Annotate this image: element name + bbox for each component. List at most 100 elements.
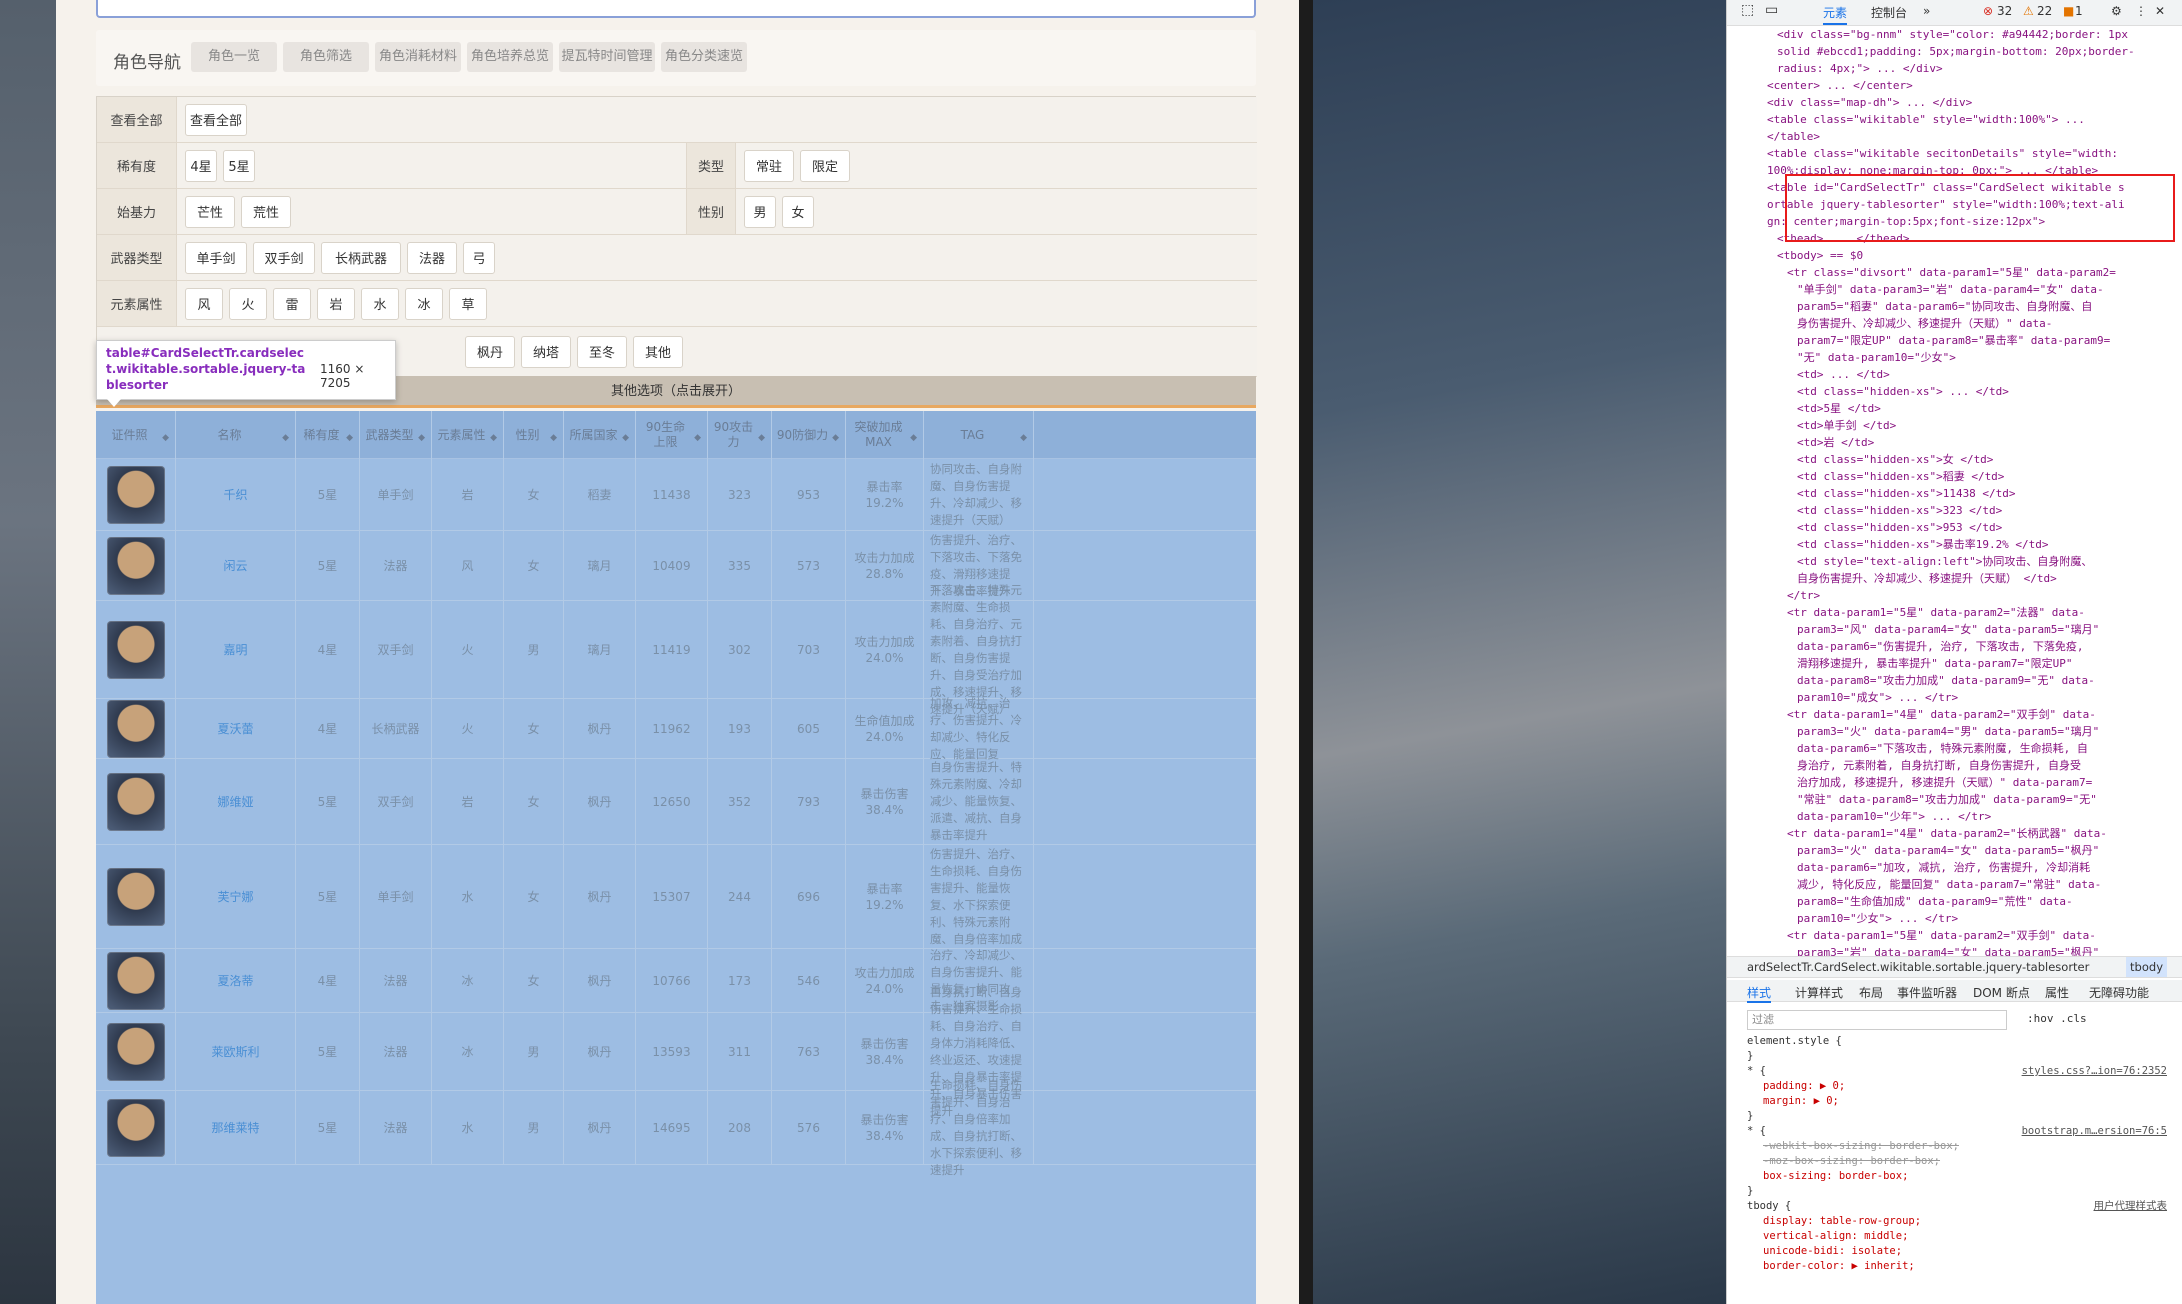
tab-elements[interactable]: 元素	[1823, 4, 1848, 25]
sort-icon[interactable]: ◆	[832, 431, 839, 446]
style-rule-line[interactable]: box-sizing: border-box;	[1763, 1169, 1908, 1184]
avatar[interactable]	[106, 465, 165, 524]
more-tabs-icon[interactable]: »	[1923, 4, 1930, 18]
weapon-sword-button[interactable]: 单手剑	[185, 241, 247, 274]
tab-computed[interactable]: 计算样式	[1795, 984, 1843, 1001]
style-rule-line[interactable]: }	[1747, 1049, 1753, 1064]
dom-node-line[interactable]: <td>岩 </td>	[1797, 434, 1874, 451]
region-fontaine-button[interactable]: 枫丹	[465, 335, 515, 368]
region-natlan-button[interactable]: 纳塔	[521, 335, 571, 368]
dom-node-line[interactable]: 身治疗, 元素附着, 自身抗打断, 自身伤害提升, 自身受	[1797, 757, 2081, 774]
dom-node-line[interactable]: <center> ... </center>	[1767, 77, 1913, 94]
dom-node-line[interactable]: <td class="hidden-xs">稻妻 </td>	[1797, 468, 2004, 485]
element-cryo-button[interactable]: 冰	[405, 287, 443, 320]
column-header[interactable]: 90生命上限 ◆	[636, 411, 708, 459]
dom-node-line[interactable]: <div class="bg-nnm" style="color: #a9444…	[1777, 26, 2128, 43]
column-header[interactable]: 元素属性 ◆	[432, 411, 504, 459]
nav-item-filter[interactable]: 角色筛选	[283, 42, 369, 72]
style-rule-line[interactable]: border-color: ▶ inherit;	[1763, 1259, 1915, 1274]
warning-count[interactable]: 22	[2037, 4, 2052, 18]
dom-node-line[interactable]: <td class="hidden-xs"> ... </td>	[1797, 383, 2009, 400]
column-header[interactable]: 突破加成MAX ◆	[846, 411, 924, 459]
rarity-4-button[interactable]: 4星	[185, 149, 217, 182]
gender-female-button[interactable]: 女	[782, 195, 814, 228]
weapon-polearm-button[interactable]: 长柄武器	[321, 241, 401, 274]
dom-node-line[interactable]: "单手剑" data-param3="岩" data-param4="女" da…	[1797, 281, 2104, 298]
column-header[interactable]: 90攻击力 ◆	[708, 411, 772, 459]
column-header[interactable]: 稀有度 ◆	[296, 411, 360, 459]
style-rule-line[interactable]: unicode-bidi: isolate;	[1763, 1244, 1902, 1259]
style-source-link[interactable]: 用户代理样式表	[2094, 1199, 2168, 1214]
dom-node-line[interactable]: param3="风" data-param4="女" data-param5="…	[1797, 621, 2099, 638]
dom-node-line[interactable]: <tr data-param1="5星" data-param2="法器" da…	[1787, 604, 2085, 621]
dom-node-line[interactable]: param3="岩" data-param4="女" data-param5="…	[1797, 944, 2099, 956]
sort-icon[interactable]: ◆	[490, 431, 497, 446]
sort-icon[interactable]: ◆	[550, 431, 557, 446]
element-electro-button[interactable]: 雷	[273, 287, 311, 320]
dom-node-line[interactable]: <div class="map-dh"> ... </div>	[1767, 94, 1972, 111]
column-header[interactable]: 性别 ◆	[504, 411, 564, 459]
type-standard-button[interactable]: 常驻	[744, 149, 794, 182]
style-rule-line[interactable]: padding: ▶ 0;	[1763, 1079, 1845, 1094]
style-rule-line[interactable]: -webkit-box-sizing: border-box;	[1763, 1139, 1959, 1154]
dom-node-line[interactable]: <td class="hidden-xs">323 </td>	[1797, 502, 2002, 519]
gender-male-button[interactable]: 男	[744, 195, 776, 228]
style-rule-line[interactable]: }	[1747, 1109, 1753, 1124]
column-header[interactable]: 武器类型 ◆	[360, 411, 432, 459]
inspect-icon[interactable]: ⬚	[1741, 2, 1754, 18]
dom-node-line[interactable]: <td class="hidden-xs">暴击率19.2% </td>	[1797, 536, 2049, 553]
character-name-link[interactable]: 嘉明	[176, 601, 296, 698]
nav-item-training[interactable]: 角色培养总览	[467, 42, 553, 72]
force-a-button[interactable]: 芒性	[185, 195, 235, 228]
weapon-claymore-button[interactable]: 双手剑	[253, 241, 315, 274]
sort-icon[interactable]: ◆	[694, 431, 701, 446]
dom-node-line[interactable]: <td style="text-align:left">协同攻击、自身附魔、	[1797, 553, 2092, 570]
dom-node-line[interactable]: <tbody> == $0	[1777, 247, 1863, 264]
dom-node-line[interactable]: <td class="hidden-xs">953 </td>	[1797, 519, 2002, 536]
dom-node-line[interactable]: data-param6="伤害提升, 治疗, 下落攻击, 下落免疫,	[1797, 638, 2083, 655]
element-anemo-button[interactable]: 风	[185, 287, 223, 320]
dom-node-line[interactable]: param8="生命值加成" data-param9="荒性" data-	[1797, 893, 2073, 910]
character-name-link[interactable]: 闲云	[176, 531, 296, 600]
sort-icon[interactable]: ◆	[282, 431, 289, 446]
avatar[interactable]	[106, 620, 165, 679]
tab-layout[interactable]: 布局	[1859, 984, 1883, 1001]
character-name-link[interactable]: 夏洛蒂	[176, 949, 296, 1012]
region-snezhnaya-button[interactable]: 至冬	[577, 335, 627, 368]
style-rule-line[interactable]: -moz-box-sizing: border-box;	[1763, 1154, 1940, 1169]
dom-node-line[interactable]: <td class="hidden-xs">女 </td>	[1797, 451, 1993, 468]
character-name-link[interactable]: 夏沃蕾	[176, 699, 296, 758]
character-name-link[interactable]: 那维莱特	[176, 1091, 296, 1164]
weapon-catalyst-button[interactable]: 法器	[407, 241, 457, 274]
dom-node-line[interactable]: </table>	[1767, 128, 1820, 145]
style-rule-line[interactable]: vertical-align: middle;	[1763, 1229, 1908, 1244]
style-rule-line[interactable]: display: table-row-group;	[1763, 1214, 1921, 1229]
sort-icon[interactable]: ◆	[910, 431, 917, 446]
dom-node-line[interactable]: data-param6="加攻, 减抗, 治疗, 伤害提升, 冷却消耗	[1797, 859, 2090, 876]
style-rule-line[interactable]: margin: ▶ 0;	[1763, 1094, 1839, 1109]
dom-node-line[interactable]: <td>单手剑 </td>	[1797, 417, 1896, 434]
dom-node-line[interactable]: <td>5星 </td>	[1797, 400, 1881, 417]
styles-filter-input[interactable]: 过滤	[1747, 1010, 2007, 1030]
avatar[interactable]	[106, 951, 165, 1010]
dom-node-line[interactable]: param7="限定UP" data-param8="暴击率" data-par…	[1797, 332, 2110, 349]
tab-console[interactable]: 控制台	[1871, 4, 1907, 21]
dom-node-line[interactable]: param10="少女"> ... </tr>	[1797, 910, 1958, 927]
dom-node-line[interactable]: "常驻" data-param8="攻击力加成" data-param9="无"	[1797, 791, 2097, 808]
view-all-button[interactable]: 查看全部	[185, 103, 247, 136]
dom-node-line[interactable]: </tr>	[1787, 587, 1820, 604]
column-header[interactable]: TAG ◆	[924, 411, 1034, 459]
style-source-link[interactable]: styles.css?…ion=76:2352	[2022, 1064, 2167, 1079]
column-header[interactable]: 90防御力 ◆	[772, 411, 846, 459]
tab-styles[interactable]: 样式	[1747, 984, 1772, 1003]
avatar[interactable]	[106, 867, 165, 926]
sort-icon[interactable]: ◆	[622, 431, 629, 446]
more-icon[interactable]: ⋮	[2135, 4, 2147, 18]
close-icon[interactable]: ✕	[2155, 4, 2165, 18]
column-header[interactable]: 所属国家 ◆	[564, 411, 636, 459]
dom-node-line[interactable]: data-param6="下落攻击, 特殊元素附魔, 生命损耗, 自	[1797, 740, 2088, 757]
character-name-link[interactable]: 芙宁娜	[176, 845, 296, 948]
dom-node-line[interactable]: <tr data-param1="4星" data-param2="双手剑" d…	[1787, 706, 2096, 723]
style-rule-line[interactable]: element.style {	[1747, 1034, 1842, 1049]
nav-item-overview[interactable]: 角色一览	[191, 42, 277, 72]
